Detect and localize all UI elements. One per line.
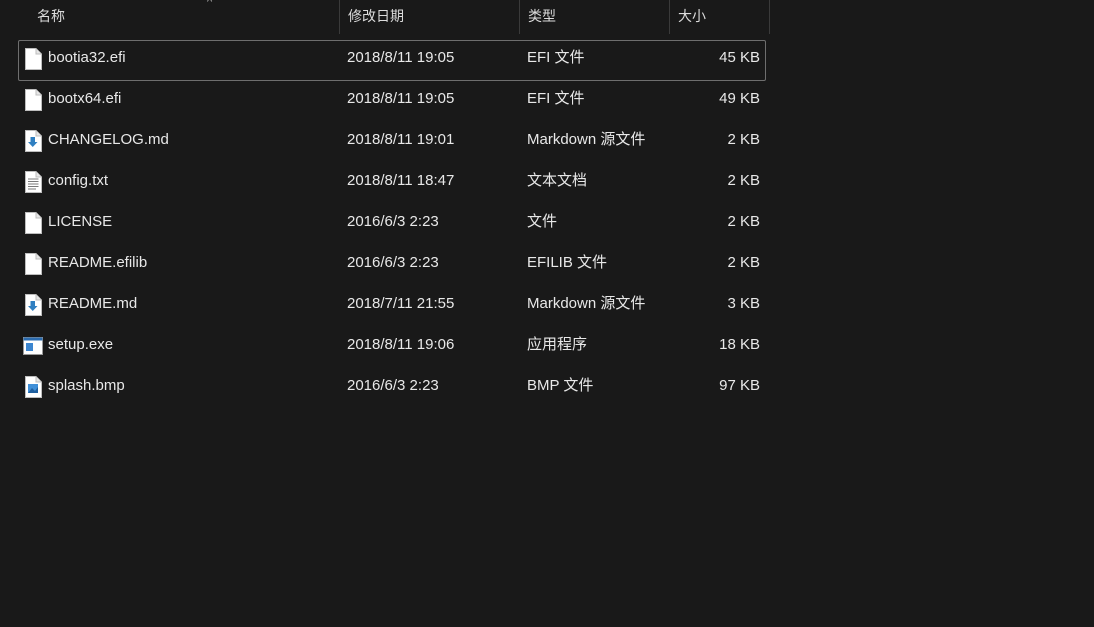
file-row[interactable]: README.efilib 2016/6/3 2:23 EFILIB 文件 2 KB: [18, 245, 766, 286]
file-size: 18 KB: [719, 336, 760, 353]
file-size: 45 KB: [719, 49, 760, 66]
column-header-name-label: 名称: [37, 8, 65, 24]
column-header-size-label: 大小: [678, 8, 706, 24]
file-type: Markdown 源文件: [527, 131, 646, 148]
file-row[interactable]: LICENSE 2016/6/3 2:23 文件 2 KB: [18, 204, 766, 245]
file-modified-date: 2016/6/3 2:23: [347, 213, 439, 230]
file-type: 应用程序: [527, 336, 588, 353]
column-header-date-label: 修改日期: [348, 8, 404, 24]
file-size: 2 KB: [727, 213, 760, 230]
file-row[interactable]: README.md 2018/7/11 21:55 Markdown 源文件 3 KB: [18, 286, 766, 327]
file-name: LICENSE: [48, 213, 113, 230]
sort-ascending-icon: ^: [207, 0, 213, 8]
text-file-icon: [24, 171, 42, 193]
file-name: splash.bmp: [48, 377, 125, 394]
file-list-view: 名称 ^ 修改日期 类型 大小 bootia32.efi 2018/8/11 19…: [0, 0, 1094, 627]
column-header-size[interactable]: 大小: [670, 0, 770, 34]
file-modified-date: 2018/8/11 19:05: [347, 90, 455, 107]
file-type: Markdown 源文件: [527, 295, 646, 312]
file-type: 文件: [527, 213, 558, 230]
file-modified-date: 2016/6/3 2:23: [347, 254, 439, 271]
file-size: 2 KB: [727, 254, 760, 271]
file-size: 3 KB: [727, 295, 760, 312]
file-row[interactable]: config.txt 2018/8/11 18:47 文本文档 2 KB: [18, 163, 766, 204]
file-row[interactable]: CHANGELOG.md 2018/8/11 19:01 Markdown 源文件 2…: [18, 122, 766, 163]
file-name: setup.exe: [48, 336, 114, 353]
file-type: EFI 文件: [527, 90, 585, 107]
file-name: README.efilib: [48, 254, 148, 271]
file-size: 2 KB: [727, 131, 760, 148]
file-type: 文本文档: [527, 172, 588, 189]
file-type: EFILIB 文件: [527, 254, 608, 271]
file-type: EFI 文件: [527, 49, 585, 66]
file-name: README.md: [48, 295, 138, 312]
file-size: 49 KB: [719, 90, 760, 107]
blank-file-icon: [24, 253, 42, 275]
file-type: BMP 文件: [527, 377, 594, 394]
file-row[interactable]: bootia32.efi 2018/8/11 19:05 EFI 文件 45 KB: [18, 40, 766, 81]
blank-file-icon: [24, 48, 42, 70]
blank-file-icon: [24, 89, 42, 111]
column-header-type-label: 类型: [528, 8, 556, 24]
file-modified-date: 2018/8/11 19:06: [347, 336, 455, 353]
file-row[interactable]: bootx64.efi 2018/8/11 19:05 EFI 文件 49 KB: [18, 81, 766, 122]
file-modified-date: 2018/8/11 18:47: [347, 172, 455, 189]
file-name: bootx64.efi: [48, 90, 122, 107]
blank-file-icon: [24, 212, 42, 234]
file-row[interactable]: splash.bmp 2016/6/3 2:23 BMP 文件 97 KB: [18, 368, 766, 409]
markdown-file-icon: [24, 130, 42, 152]
file-size: 97 KB: [719, 377, 760, 394]
file-name: config.txt: [48, 172, 109, 189]
application-icon: [23, 337, 43, 359]
file-row[interactable]: setup.exe 2018/8/11 19:06 应用程序 18 KB: [18, 327, 766, 368]
file-modified-date: 2018/8/11 19:01: [347, 131, 455, 148]
markdown-file-icon: [24, 294, 42, 316]
file-rows: bootia32.efi 2018/8/11 19:05 EFI 文件 45 KB b…: [18, 40, 766, 409]
file-size: 2 KB: [727, 172, 760, 189]
file-name: CHANGELOG.md: [48, 131, 169, 148]
file-modified-date: 2016/6/3 2:23: [347, 377, 439, 394]
column-header-date[interactable]: 修改日期: [340, 0, 520, 34]
file-modified-date: 2018/8/11 19:05: [347, 49, 455, 66]
column-header-name[interactable]: 名称 ^: [29, 0, 340, 34]
file-modified-date: 2018/7/11 21:55: [347, 295, 455, 312]
file-name: bootia32.efi: [48, 49, 126, 66]
column-header-bar: 名称 ^ 修改日期 类型 大小: [0, 0, 770, 34]
image-file-icon: [24, 376, 42, 398]
column-header-type[interactable]: 类型: [520, 0, 670, 34]
